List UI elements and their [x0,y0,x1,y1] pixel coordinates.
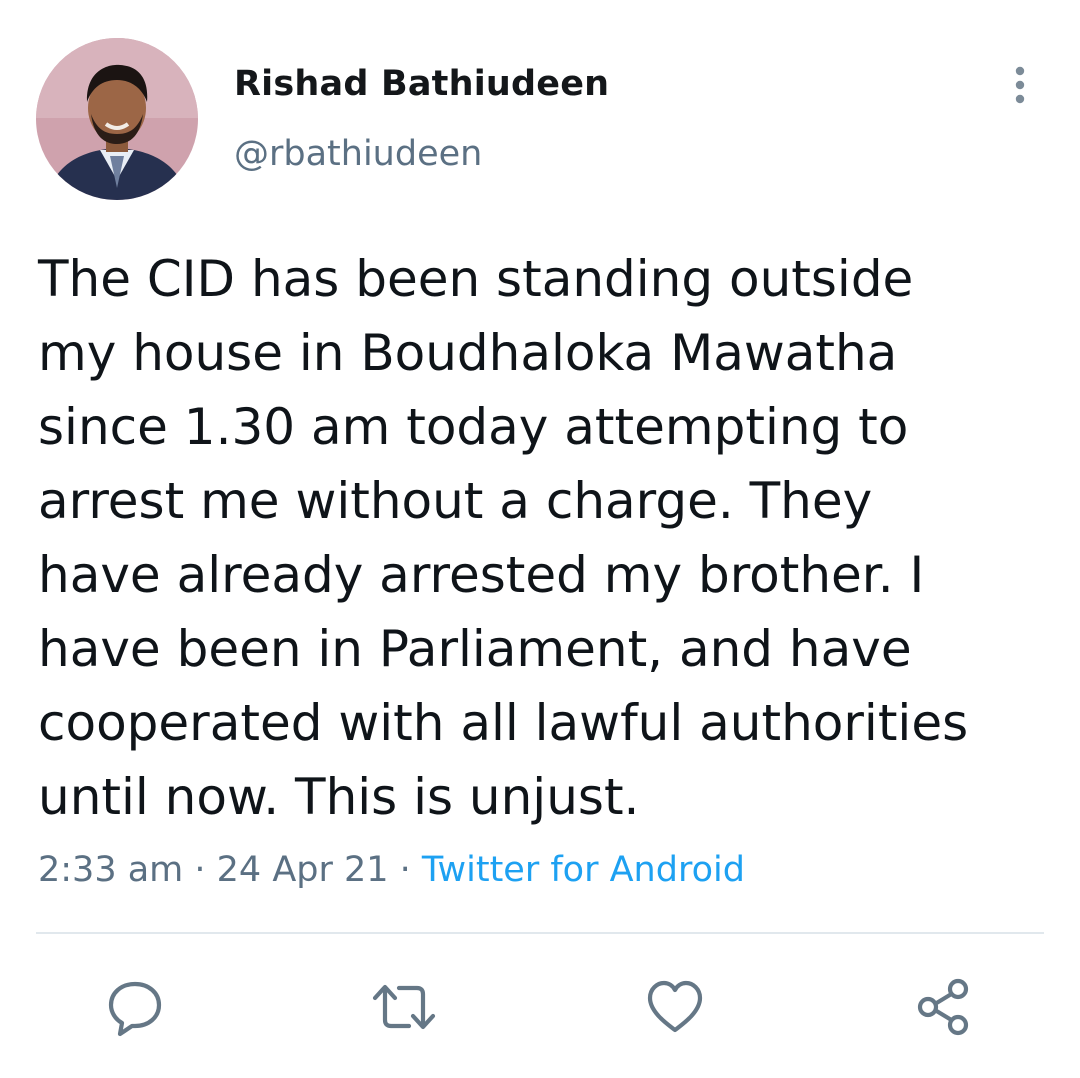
more-vertical-icon [1015,66,1025,104]
share-button[interactable] [909,972,979,1042]
divider [36,932,1044,934]
meta-separator: · [183,850,217,890]
retweet-icon [372,984,436,1030]
tweet-date: 24 Apr 21 [216,850,389,890]
like-button[interactable] [640,972,710,1042]
author-avatar[interactable] [36,38,198,200]
avatar-image [36,38,198,200]
retweet-button[interactable] [369,972,439,1042]
heart-icon [647,980,703,1033]
tweet-text: The CID has been standing outside my hou… [38,250,969,826]
tweet-metadata: 2:33 am · 24 Apr 21 · Twitter for Androi… [38,850,745,890]
share-icon [917,978,969,1036]
reply-icon [108,981,162,1037]
tweet-source-link[interactable]: Twitter for Android [422,850,745,890]
tweet-time: 2:33 am [38,850,184,890]
author-handle[interactable]: @rbathiudeen [234,134,482,174]
author-display-name[interactable]: Rishad Bathiudeen [234,64,609,104]
more-options-button[interactable] [1000,62,1040,108]
meta-separator: · [388,850,422,890]
reply-button[interactable] [100,972,170,1042]
